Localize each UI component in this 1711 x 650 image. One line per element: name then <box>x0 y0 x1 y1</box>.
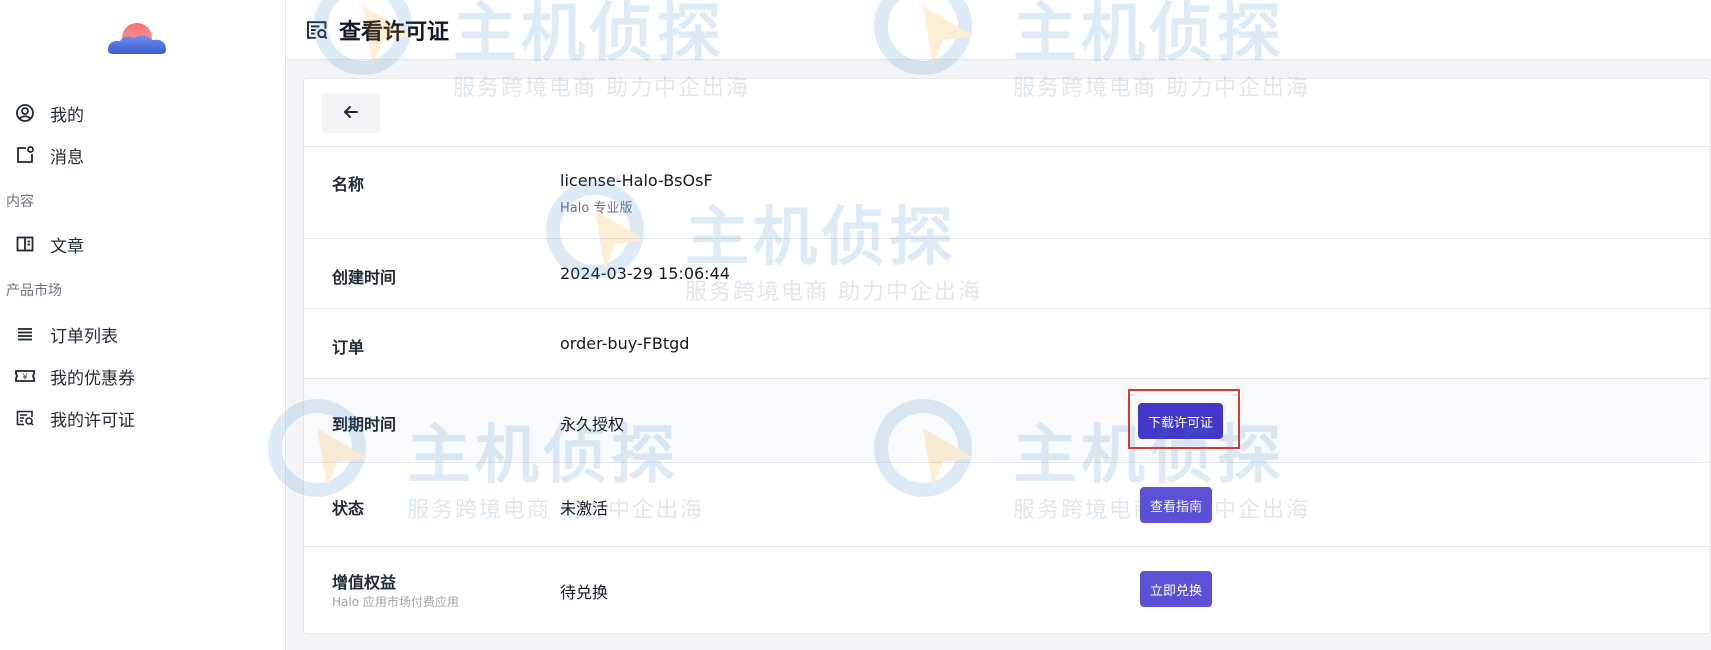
sidebar-item-mine[interactable]: 我的 <box>12 95 274 131</box>
coupon-icon: ¥ <box>12 363 38 389</box>
list-icon <box>12 321 38 347</box>
main-area: 查看许可证 名称 license-Halo-BsOsF Halo 专业版 创建时… <box>268 0 1711 650</box>
user-circle-icon <box>12 100 38 126</box>
license-detail-card: 名称 license-Halo-BsOsF Halo 专业版 创建时间 2024… <box>303 78 1711 634</box>
svg-text:¥: ¥ <box>22 373 27 382</box>
sidebar-item-label: 我的优惠券 <box>50 368 135 389</box>
sidebar-item-label: 订单列表 <box>50 326 118 347</box>
row-key: 创建时间 <box>332 268 397 287</box>
detail-row-created: 创建时间 2024-03-29 15:06:44 <box>304 239 1710 309</box>
book-icon <box>12 231 38 257</box>
detail-row-name: 名称 license-Halo-BsOsF Halo 专业版 <box>304 147 1710 239</box>
arrow-left-icon <box>342 103 360 124</box>
sidebar-group-market: 产品市场 <box>6 283 62 299</box>
highlight-box <box>1128 389 1240 449</box>
redeem-now-button[interactable]: 立即兑换 <box>1140 571 1213 607</box>
license-icon <box>12 405 38 431</box>
sidebar-item-label: 我的 <box>50 105 84 126</box>
row-key: 订单 <box>332 338 365 357</box>
back-button[interactable] <box>322 93 380 133</box>
row-key: 名称 <box>332 175 365 194</box>
license-name: license-Halo-BsOsF <box>560 171 713 190</box>
row-key-sub: Halo 应用市场付费应用 <box>332 595 459 609</box>
row-key: 到期时间 <box>332 415 397 434</box>
message-icon <box>12 142 38 168</box>
sidebar-item-coupons[interactable]: ¥ 我的优惠券 <box>12 358 274 394</box>
sidebar-group-content: 内容 <box>6 194 34 210</box>
sidebar-item-label: 我的许可证 <box>50 410 135 431</box>
sidebar: 我的 消息 内容 文章 产品市场 订单列表 ¥ 我的优惠券 我的许可证 <box>0 0 286 650</box>
card-header <box>304 79 1710 147</box>
license-edition: Halo 专业版 <box>560 201 633 216</box>
created-time: 2024-03-29 15:06:44 <box>560 264 730 283</box>
sidebar-item-messages[interactable]: 消息 <box>12 137 274 173</box>
page-title: 查看许可证 <box>339 19 450 45</box>
detail-row-order: 订单 order-buy-FBtgd <box>304 309 1710 379</box>
view-guide-button[interactable]: 查看指南 <box>1140 487 1213 523</box>
expiry-value: 永久授权 <box>560 415 625 434</box>
sidebar-item-orders[interactable]: 订单列表 <box>12 316 274 352</box>
detail-row-benefits: 增值权益 Halo 应用市场付费应用 待兑换 立即兑换 <box>304 547 1710 633</box>
logo[interactable] <box>104 16 170 56</box>
benefits-value: 待兑换 <box>560 583 609 602</box>
detail-row-status: 状态 未激活 查看指南 <box>304 463 1710 547</box>
sidebar-item-label: 消息 <box>50 147 84 168</box>
sidebar-item-articles[interactable]: 文章 <box>12 226 274 262</box>
order-id[interactable]: order-buy-FBtgd <box>560 334 689 353</box>
sidebar-item-label: 文章 <box>50 236 84 257</box>
sidebar-item-licenses[interactable]: 我的许可证 <box>12 400 274 436</box>
license-icon <box>303 16 331 44</box>
status-value: 未激活 <box>560 499 609 518</box>
row-key: 增值权益 <box>332 573 397 592</box>
row-key: 状态 <box>332 499 365 518</box>
detail-row-expiry: 到期时间 永久授权 下载许可证 <box>304 379 1710 463</box>
page-header: 查看许可证 <box>287 0 1711 60</box>
